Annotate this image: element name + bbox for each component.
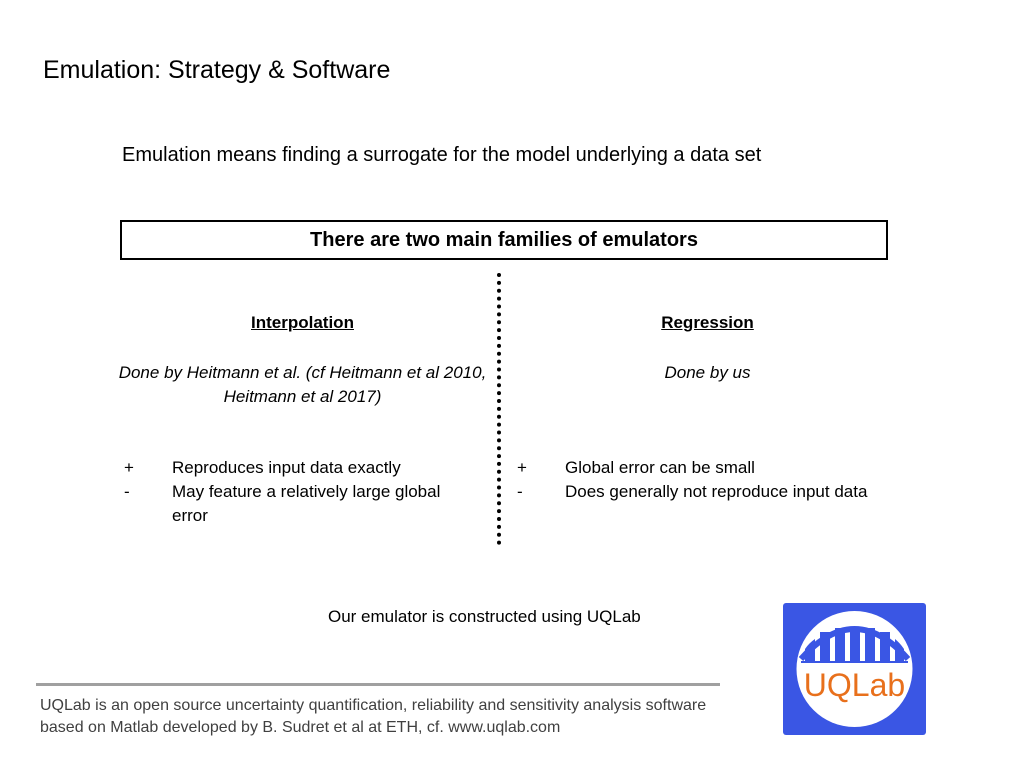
intro-text: Emulation means finding a surrogate for … — [122, 144, 762, 166]
regression-pros-cons: + Global error can be small - Does gener… — [517, 456, 877, 504]
list-item: - May feature a relatively large global … — [124, 480, 464, 528]
item-text: Global error can be small — [565, 458, 755, 477]
logo-text: UQLab — [804, 667, 905, 703]
interpolation-pros-cons: + Reproduces input data exactly - May fe… — [124, 456, 464, 528]
pro-sign: + — [124, 458, 134, 477]
pro-sign: + — [517, 458, 527, 477]
interpolation-heading: Interpolation — [251, 313, 354, 332]
list-item: + Global error can be small — [517, 456, 877, 480]
item-text: Reproduces input data exactly — [172, 458, 401, 477]
con-sign: - — [124, 482, 130, 501]
interpolation-credit: Done by Heitmann et al. (cf Heitmann et … — [118, 363, 487, 406]
bridge-deck — [801, 661, 908, 663]
uqlab-logo-icon: UQLab — [783, 603, 926, 735]
families-box-text: There are two main families of emulators — [310, 228, 698, 251]
item-text: May feature a relatively large global er… — [172, 482, 441, 525]
footer-divider — [36, 683, 720, 686]
families-box: There are two main families of emulators — [120, 220, 888, 260]
uqlab-note: Our emulator is constructed using UQLab — [328, 607, 641, 626]
column-divider — [497, 273, 501, 545]
item-text: Does generally not reproduce input data — [565, 482, 868, 501]
con-sign: - — [517, 482, 523, 501]
list-item: + Reproduces input data exactly — [124, 456, 464, 480]
slide-title: Emulation: Strategy & Software — [43, 56, 391, 84]
regression-heading: Regression — [661, 313, 754, 332]
footer-text: UQLab is an open source uncertainty quan… — [40, 697, 707, 736]
regression-credit: Done by us — [664, 363, 751, 382]
list-item: - Does generally not reproduce input dat… — [517, 480, 877, 504]
